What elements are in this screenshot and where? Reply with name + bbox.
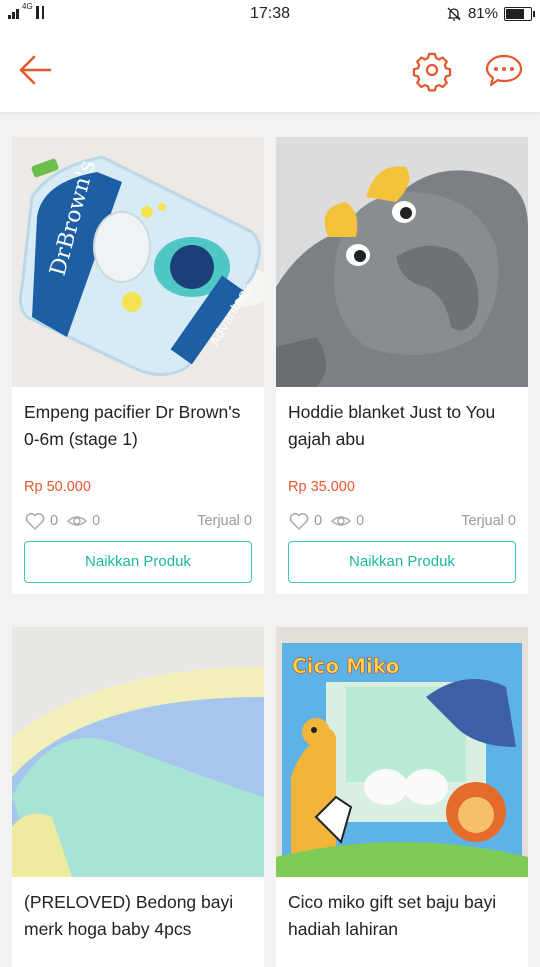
boost-product-button[interactable]: Naikkan Produk <box>24 541 252 583</box>
product-card[interactable]: DrBrown's Advantage Empeng pacifier Dr B… <box>12 137 264 594</box>
arrow-left-icon[interactable] <box>14 48 58 92</box>
product-card[interactable]: Cico Miko Cico miko gift set baju bayi h… <box>276 627 528 967</box>
product-photo-gift-set[interactable]: Cico Miko <box>276 627 528 877</box>
sold-count: Terjual 0 <box>461 513 516 529</box>
heart-icon[interactable] <box>288 510 310 532</box>
product-name[interactable]: Hoddie blanket Just to You gajah abu <box>288 399 520 453</box>
status-bar: 4G 17:38 81% <box>0 0 540 28</box>
chat-bubble-icon[interactable] <box>482 48 526 92</box>
bell-off-icon <box>447 7 461 21</box>
eye-icon <box>330 516 352 526</box>
view-count: 0 <box>356 513 365 529</box>
like-count: 0 <box>314 513 323 529</box>
app-header <box>0 28 540 112</box>
sold-count: Terjual 0 <box>197 513 252 529</box>
product-card[interactable]: Hoddie blanket Just to You gajah abu Rp … <box>276 137 528 594</box>
gift-brand-label: Cico Miko <box>292 654 399 678</box>
product-photo-elephant-blanket[interactable] <box>276 137 528 387</box>
product-name[interactable]: Cico miko gift set baju bayi hadiah lahi… <box>288 889 520 943</box>
product-stats: 0 0 Terjual 0 <box>288 509 516 533</box>
product-card[interactable]: (PRELOVED) Bedong bayi merk hoga baby 4p… <box>12 627 264 967</box>
product-photo-swaddle[interactable] <box>12 627 264 877</box>
product-price: Rp 50.000 <box>24 479 91 495</box>
battery-icon <box>504 6 535 21</box>
gear-icon[interactable] <box>410 48 454 92</box>
product-stats: 0 0 Terjual 0 <box>24 509 252 533</box>
boost-product-button[interactable]: Naikkan Produk <box>288 541 516 583</box>
product-name[interactable]: (PRELOVED) Bedong bayi merk hoga baby 4p… <box>24 889 256 943</box>
eye-icon <box>66 516 88 526</box>
view-count: 0 <box>92 513 101 529</box>
like-count: 0 <box>50 513 59 529</box>
product-price: Rp 35.000 <box>288 479 355 495</box>
battery-percent: 81% <box>467 5 498 22</box>
product-name[interactable]: Empeng pacifier Dr Brown's 0-6m (stage 1… <box>24 399 256 453</box>
product-photo-pacifier[interactable]: DrBrown's Advantage <box>12 137 264 387</box>
heart-icon[interactable] <box>24 510 46 532</box>
